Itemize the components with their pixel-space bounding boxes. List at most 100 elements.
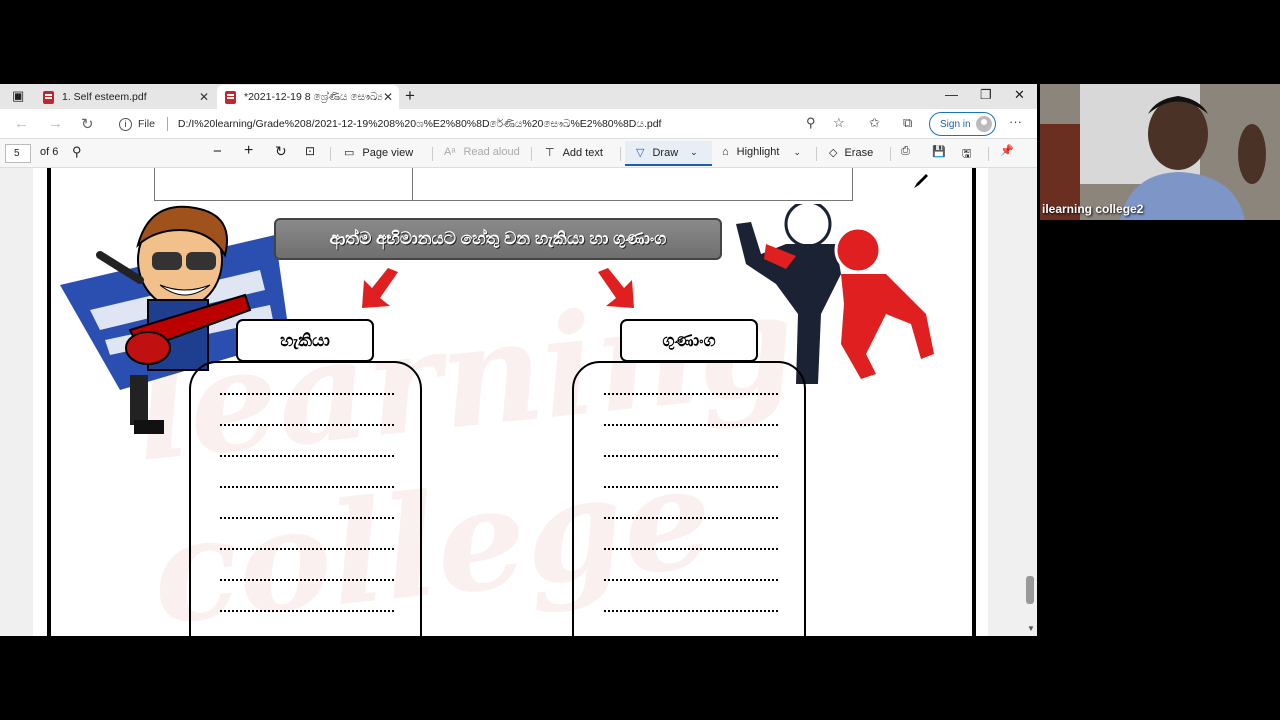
abilities-writing-box[interactable]: [189, 361, 422, 636]
close-tab-icon[interactable]: ✕: [199, 90, 209, 104]
divider: [988, 147, 989, 161]
scrollbar-thumb[interactable]: [1026, 576, 1034, 604]
table-divider: [412, 168, 413, 200]
page-border-right: [972, 168, 976, 636]
zoom-out-icon[interactable]: −: [213, 143, 222, 160]
divider: [531, 147, 532, 161]
divider: [330, 147, 331, 161]
dotted-line: [604, 486, 778, 488]
add-text-button[interactable]: ⊤ Add text: [545, 146, 603, 160]
tab-bar: ▣ 1. Self esteem.pdf ✕ *2021-12-19 8 ශ්‍…: [0, 84, 1037, 109]
forward-icon[interactable]: →: [48, 115, 63, 132]
page-view-button[interactable]: ▭ Page view: [344, 146, 414, 160]
banner-title: ආත්ම අභිමානයට හේතු වන හැකියා හා ගුණාංග: [274, 218, 722, 260]
avatar: [976, 116, 992, 132]
favorite-add-icon[interactable]: ☆: [833, 115, 845, 131]
minimize-icon[interactable]: —: [945, 87, 958, 102]
divider: [166, 117, 168, 131]
restore-icon[interactable]: ❐: [980, 87, 992, 103]
tab-active-pdf[interactable]: *2021-12-19 8 ශ්‍රේණිය සෞඛ්‍ය ✕: [217, 85, 399, 109]
zoom-icon[interactable]: ⚲: [806, 115, 816, 131]
dotted-line: [220, 393, 394, 395]
left-red-arrow-icon: [362, 268, 398, 308]
page-view-icon: ▭: [344, 147, 355, 159]
refresh-icon[interactable]: ↻: [81, 115, 94, 133]
dotted-line: [220, 579, 394, 581]
address-bar: ← → ↻ i File D:/I%20learning/Grade%208/2…: [0, 109, 1037, 139]
page-view-label: Page view: [362, 146, 414, 159]
top-table: [154, 168, 853, 201]
chevron-down-icon[interactable]: ⌄: [793, 147, 801, 158]
page-number-input[interactable]: 5: [5, 144, 31, 163]
read-aloud-label: Read aloud: [463, 146, 520, 158]
participant-name: ilearning college2: [1042, 202, 1144, 216]
dotted-line: [220, 517, 394, 519]
page-total: of 6: [40, 146, 59, 158]
pin-toolbar-icon[interactable]: 📌: [1000, 144, 1014, 157]
page-border-left: [47, 168, 51, 636]
info-icon[interactable]: i: [119, 117, 132, 131]
tab-title: *2021-12-19 8 ශ්‍රේණිය සෞඛ්‍ය: [244, 90, 383, 103]
erase-label: Erase: [844, 146, 874, 159]
close-window-icon[interactable]: ✕: [1014, 87, 1025, 103]
qualities-writing-box[interactable]: [572, 361, 806, 636]
highlight-button[interactable]: ⌂ Highlight ⌄: [722, 146, 801, 158]
webcam-tile[interactable]: ilearning college2: [1040, 84, 1280, 220]
pdf-toolbar: 5 of 6 ⚲ − + ↻ ⊡ ▭ Page view Aᵃ Read alo…: [0, 139, 1037, 168]
dotted-line: [604, 548, 778, 550]
print-icon[interactable]: ⎙: [901, 145, 910, 158]
divider: [890, 147, 891, 161]
chevron-down-icon[interactable]: ⌄: [690, 147, 698, 158]
add-text-label: Add text: [562, 146, 603, 159]
erase-button[interactable]: ◇ Erase: [829, 146, 874, 160]
close-tab-icon[interactable]: ✕: [383, 90, 393, 104]
tab-self-esteem[interactable]: 1. Self esteem.pdf ✕: [35, 85, 215, 109]
eraser-icon: ◇: [829, 147, 838, 159]
dotted-line: [604, 610, 778, 612]
browser-window: ▣ 1. Self esteem.pdf ✕ *2021-12-19 8 ශ්‍…: [0, 84, 1037, 636]
read-aloud-icon: Aᵃ: [444, 146, 456, 158]
pdf-icon: [225, 90, 236, 104]
tab-actions-icon[interactable]: ▣: [12, 88, 24, 104]
back-icon[interactable]: ←: [14, 115, 29, 132]
zoom-in-icon[interactable]: +: [244, 142, 253, 160]
url-text: D:/I%20learning/Grade%208/2021-12-19%208…: [177, 117, 662, 130]
dotted-line: [604, 424, 778, 426]
dotted-line: [220, 486, 394, 488]
collections-icon[interactable]: ⧉: [903, 115, 912, 131]
right-red-arrow-icon: [598, 268, 634, 308]
tab-title: 1. Self esteem.pdf: [62, 91, 147, 103]
read-aloud-button[interactable]: Aᵃ Read aloud: [444, 146, 520, 158]
dotted-line: [604, 455, 778, 457]
abilities-label: හැකියා: [236, 319, 374, 362]
divider: [620, 147, 621, 161]
dotted-line: [604, 517, 778, 519]
add-text-icon: ⊤: [545, 147, 555, 159]
dotted-line: [604, 579, 778, 581]
pdf-document-area[interactable]: learning college ආත්ම අභිමානයට හේතු වන හ…: [0, 168, 1037, 636]
pdf-icon: [43, 90, 54, 104]
scheme-label: File: [138, 118, 155, 130]
screen: ▣ 1. Self esteem.pdf ✕ *2021-12-19 8 ශ්‍…: [0, 0, 1280, 720]
highlight-label: Highlight: [736, 146, 780, 158]
sign-in-button[interactable]: Sign in: [929, 112, 996, 136]
sign-in-label: Sign in: [940, 118, 971, 130]
more-icon[interactable]: ···: [1009, 114, 1022, 129]
fit-page-icon[interactable]: ⊡: [305, 144, 315, 158]
save-as-icon[interactable]: 🖫: [962, 145, 971, 164]
draw-button[interactable]: ▽ Draw ⌄: [636, 146, 698, 160]
webcam-video: [1040, 84, 1280, 220]
save-icon[interactable]: 💾: [932, 145, 946, 158]
dotted-line: [604, 393, 778, 395]
dotted-line: [220, 610, 394, 612]
url-field[interactable]: i File D:/I%20learning/Grade%208/2021-12…: [113, 112, 803, 136]
highlighter-icon: ⌂: [722, 146, 729, 158]
favorites-icon[interactable]: ✩: [869, 115, 880, 131]
new-tab-button[interactable]: +: [405, 86, 415, 106]
divider: [816, 147, 817, 161]
search-icon[interactable]: ⚲: [72, 144, 82, 160]
dotted-line: [220, 424, 394, 426]
scroll-down-icon[interactable]: ▼: [1027, 624, 1035, 633]
rotate-icon[interactable]: ↻: [275, 143, 287, 160]
draw-label: Draw: [652, 146, 679, 159]
